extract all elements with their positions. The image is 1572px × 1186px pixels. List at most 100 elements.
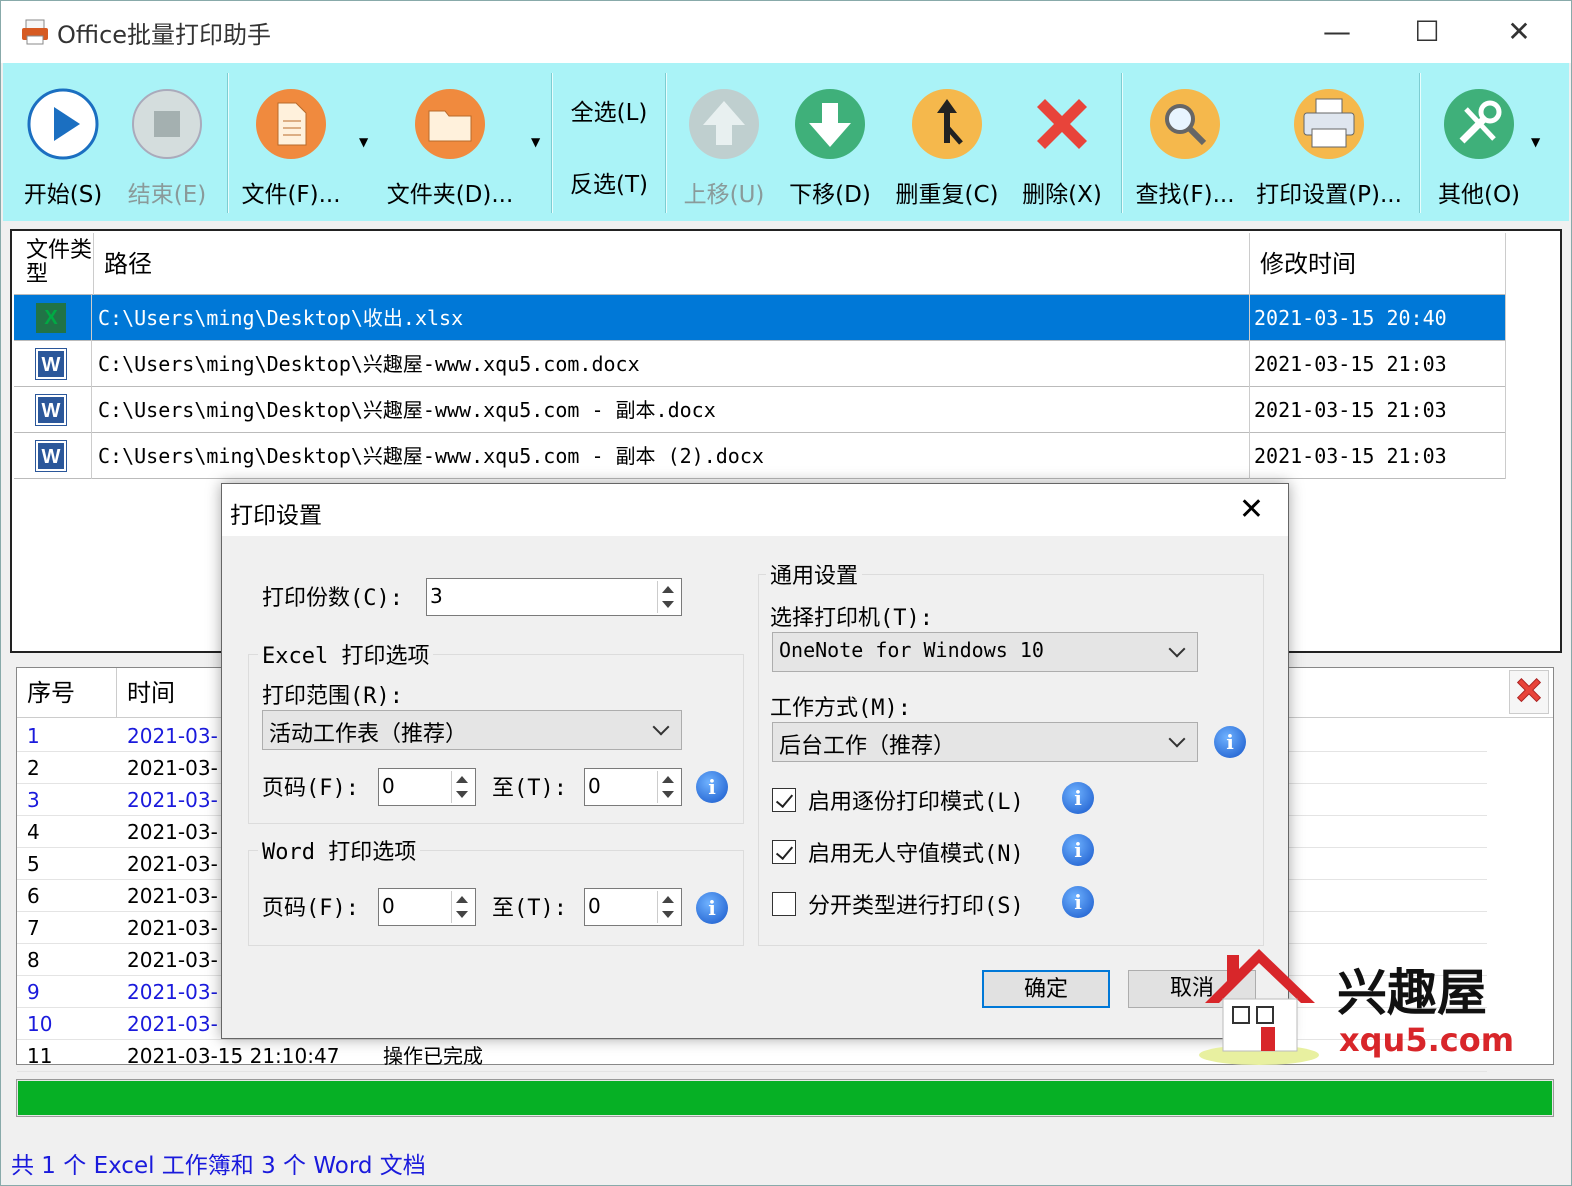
log-time: 2021-03- [127,980,218,1004]
separate-types-label[interactable]: 分开类型进行打印(S) [808,888,1024,920]
info-icon[interactable]: i [1062,834,1094,866]
file-row[interactable]: X C:\Users\ming\Desktop\收出.xlsx 2021-03-… [14,295,1506,341]
select-all-button[interactable]: 全选(L) [563,93,655,127]
log-seq: 8 [27,948,40,972]
work-mode-select[interactable]: 后台工作（推荐） [772,722,1198,762]
log-seq: 9 [27,980,40,1004]
add-folder-button[interactable]: 文件夹(D)... [381,63,519,221]
file-row[interactable]: W C:\Users\ming\Desktop\兴趣屋-www.xqu5.com… [14,387,1506,433]
add-file-button[interactable]: 文件(F)... [239,63,343,221]
chevron-down-icon [652,718,670,736]
invert-selection-button[interactable]: 反选(T) [563,165,655,199]
other-dropdown-arrow-icon[interactable]: ▼ [1531,135,1540,149]
word-icon: W [35,394,67,426]
log-seq: 2 [27,756,40,780]
file-type-cell: W [14,433,92,479]
path-cell: C:\Users\ming\Desktop\收出.xlsx [94,295,1250,341]
copies-stepper[interactable] [657,581,679,613]
progress-bar [16,1079,1554,1117]
excel-to-label: 至(T): [492,776,567,801]
print-settings-button[interactable]: 打印设置(P)... [1249,63,1409,221]
word-page-to-input[interactable]: 0 [584,888,682,926]
file-row[interactable]: W C:\Users\ming\Desktop\兴趣屋-www.xqu5.com… [14,341,1506,387]
print-range-select[interactable]: 活动工作表（推荐） [262,710,682,750]
column-file-type[interactable]: 文件类型 [14,233,94,295]
other-button[interactable]: 其他(O) [1429,63,1529,221]
printer-icon [1294,89,1364,159]
stop-button[interactable]: 结束(E) [119,63,215,221]
clear-log-button[interactable] [1509,670,1549,714]
move-down-button[interactable]: 下移(D) [783,63,877,221]
excel-page-to-stepper[interactable] [657,771,679,803]
column-path[interactable]: 路径 [94,233,1250,295]
toolbar-separator [551,73,553,213]
close-window-button[interactable]: ✕ [1489,11,1549,53]
file-type-cell: X [14,295,92,341]
word-page-from-input[interactable]: 0 [378,888,476,926]
separate-types-checkbox[interactable] [772,892,796,916]
file-type-cell: W [14,387,92,433]
folder-dropdown-arrow-icon[interactable]: ▼ [531,135,540,149]
file-row[interactable]: W C:\Users\ming\Desktop\兴趣屋-www.xqu5.com… [14,433,1506,479]
collate-checkbox[interactable] [772,788,796,812]
window-title: Office批量打印助手 [57,21,272,49]
copies-value: 3 [430,584,443,608]
move-up-button[interactable]: 上移(U) [677,63,771,221]
word-page-from-value: 0 [382,894,395,918]
copies-input[interactable]: 3 [426,578,682,616]
unattended-label[interactable]: 启用无人守值模式(N) [808,836,1024,868]
delete-label: 删除(X) [1022,182,1102,208]
dialog-title-bar: 打印设置 ✕ [222,484,1288,536]
maximize-button[interactable]: ☐ [1397,11,1457,53]
collate-label[interactable]: 启用逐份打印模式(L) [808,784,1024,816]
word-to-label: 至(T): [492,896,567,921]
arrow-up-icon [689,89,759,159]
printer-value: OneNote for Windows 10 [779,638,1044,662]
mtime-cell: 2021-03-15 21:03 [1250,433,1506,479]
file-type-cell: W [14,341,92,387]
info-icon[interactable]: i [1062,782,1094,814]
remove-duplicates-button[interactable]: 删重复(C) [887,63,1007,221]
excel-page-from-value: 0 [382,774,395,798]
column-seq[interactable]: 序号 [17,668,117,718]
start-label: 开始(S) [23,182,103,208]
excel-page-to-input[interactable]: 0 [584,768,682,806]
excel-page-to-value: 0 [588,774,601,798]
toolbar: 开始(S) 结束(E) 文件(F)... ▼ 文件夹(D)... ▼ 全选(L)… [3,63,1569,221]
printer-select[interactable]: OneNote for Windows 10 [772,632,1198,672]
stop-label: 结束(E) [127,182,207,208]
minimize-button[interactable]: — [1307,11,1367,53]
arrow-down-icon [795,89,865,159]
general-settings-title: 通用设置 [766,558,863,590]
ok-button[interactable]: 确定 [982,970,1110,1008]
info-icon[interactable]: i [696,892,728,924]
word-page-from-stepper[interactable] [451,891,473,923]
excel-page-from-input[interactable]: 0 [378,768,476,806]
log-time: 2021-03- [127,916,218,940]
word-page-to-stepper[interactable] [657,891,679,923]
delete-x-icon [1037,99,1087,149]
word-page-to-value: 0 [588,894,601,918]
delete-button[interactable]: 删除(X) [1015,63,1109,221]
excel-page-from-stepper[interactable] [451,771,473,803]
unattended-checkbox[interactable] [772,840,796,864]
info-icon[interactable]: i [1062,886,1094,918]
path-cell: C:\Users\ming\Desktop\兴趣屋-www.xqu5.com.d… [94,341,1250,387]
file-dropdown-arrow-icon[interactable]: ▼ [359,135,368,149]
file-list-header: 文件类型 路径 修改时间 [14,233,1506,295]
dialog-title: 打印设置 [230,503,322,529]
remove-duplicates-label: 删重复(C) [895,182,999,208]
column-modified-time[interactable]: 修改时间 [1250,233,1506,295]
log-seq: 7 [27,916,40,940]
find-button[interactable]: 查找(F)... [1133,63,1237,221]
dialog-close-button[interactable]: ✕ [1239,492,1264,527]
info-icon[interactable]: i [1214,726,1246,758]
log-seq: 5 [27,852,40,876]
info-icon[interactable]: i [696,771,728,803]
title-bar: Office批量打印助手 — ☐ ✕ [1,1,1571,63]
watermark-logo: 兴趣屋 xqu5.com [1197,943,1514,1067]
watermark-domain: xqu5.com [1339,1021,1515,1059]
start-button[interactable]: 开始(S) [15,63,111,221]
print-range-label: 打印范围(R): [262,684,403,709]
toolbar-separator [1419,73,1421,213]
